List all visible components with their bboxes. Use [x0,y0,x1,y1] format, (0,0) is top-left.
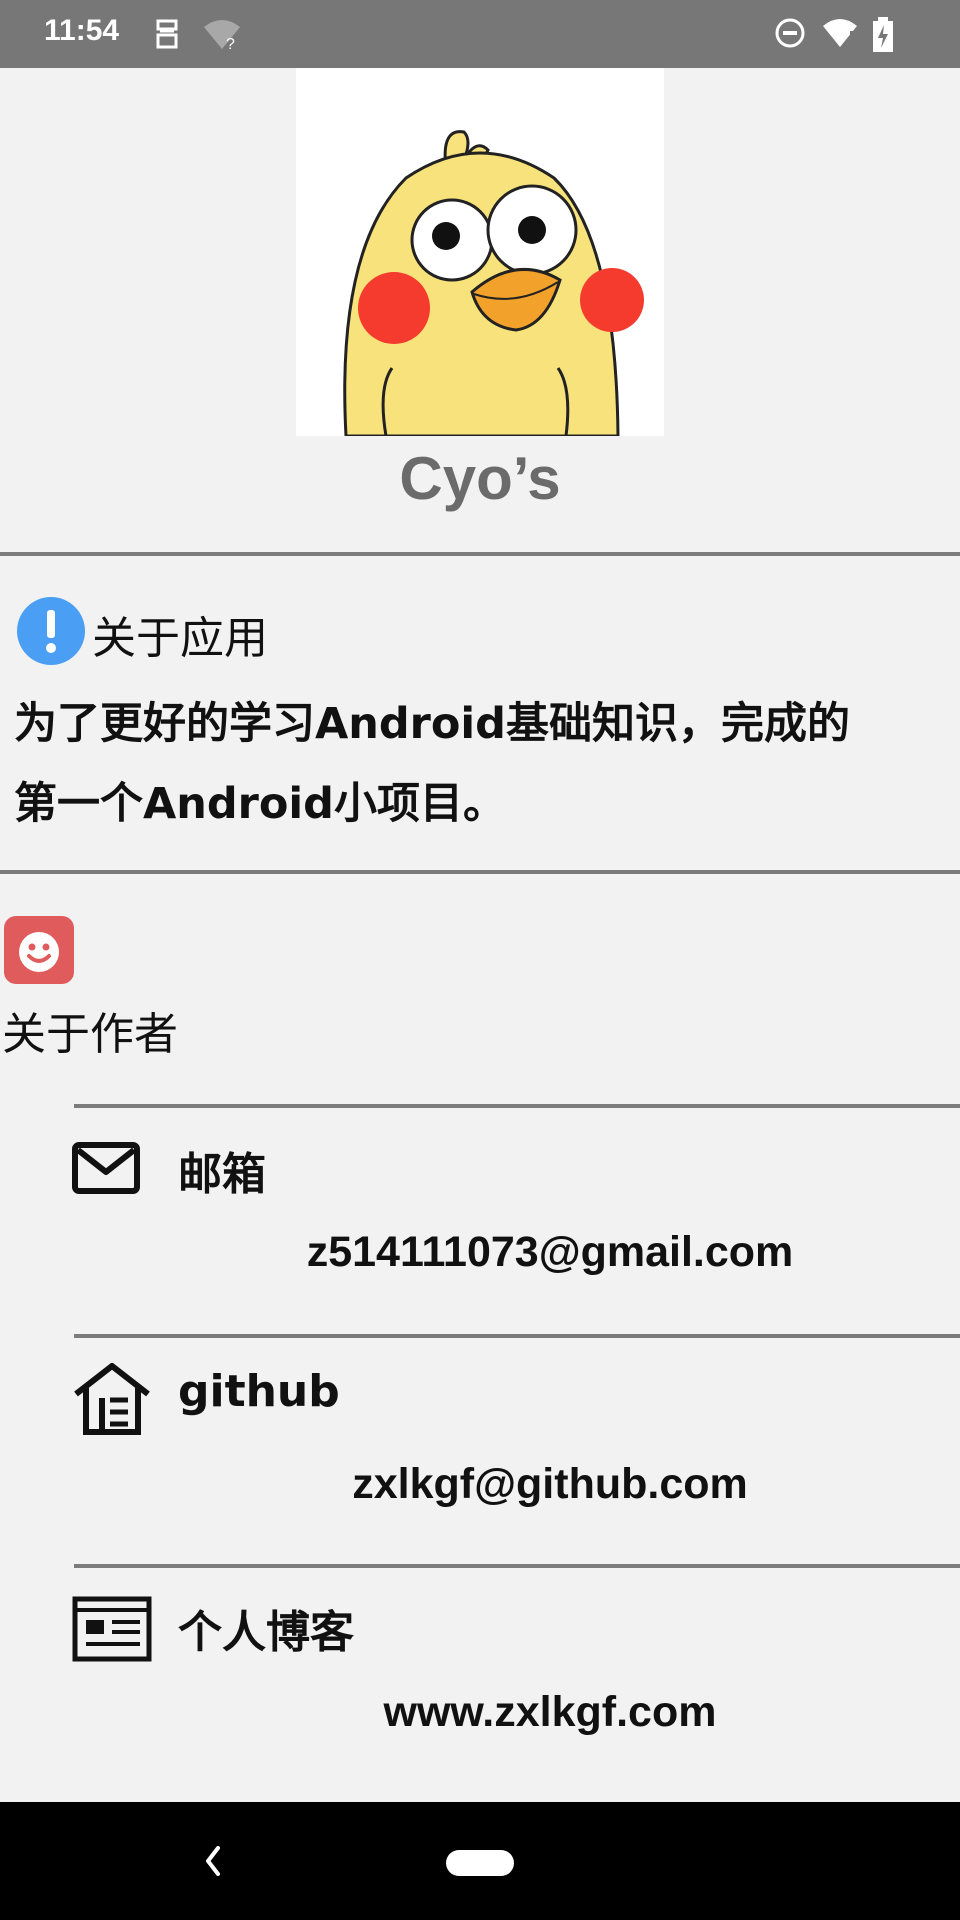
navigation-bar [0,1802,960,1920]
wifi-icon [823,19,857,47]
info-icon [17,597,85,665]
description-line-2: 第一个Android小项目。 [14,779,506,829]
blog-icon [72,1596,152,1662]
divider [74,1334,960,1338]
divider [0,870,960,874]
divider [74,1104,960,1108]
divider [0,552,960,556]
status-bar: 11:54 ? [0,0,960,68]
contact-title: 邮箱 [178,1149,266,1200]
home-button[interactable] [446,1850,514,1876]
about-author-title: 关于作者 [2,1009,178,1060]
status-time: 11:54 [44,14,120,47]
mail-icon [72,1142,140,1194]
contact-value[interactable]: z514111073@gmail.com [180,1228,920,1277]
cartoon-chick-avatar [296,68,664,436]
contact-title: github [178,1366,340,1417]
svg-text:?: ? [226,36,235,51]
back-button[interactable] [198,1838,228,1884]
about-app-description: 为了更好的学习Android基础知识，完成的 第一个Android小项目。 [14,684,954,844]
smiley-icon [4,916,74,984]
github-house-icon [74,1363,150,1435]
contact-title: 个人博客 [178,1607,354,1658]
notification-icon [156,19,178,49]
app-title: Cyo’s [399,445,561,512]
do-not-disturb-icon [775,18,805,48]
contact-value[interactable]: www.zxlkgf.com [180,1688,920,1737]
avatar [296,68,664,436]
contact-value[interactable]: zxlkgf@github.com [180,1460,920,1509]
wifi-question-icon: ? [204,20,240,51]
battery-charging-icon [873,17,893,52]
description-line-1: 为了更好的学习Android基础知识，完成的 [14,699,850,749]
divider [74,1564,960,1568]
about-app-title: 关于应用 [92,613,268,664]
